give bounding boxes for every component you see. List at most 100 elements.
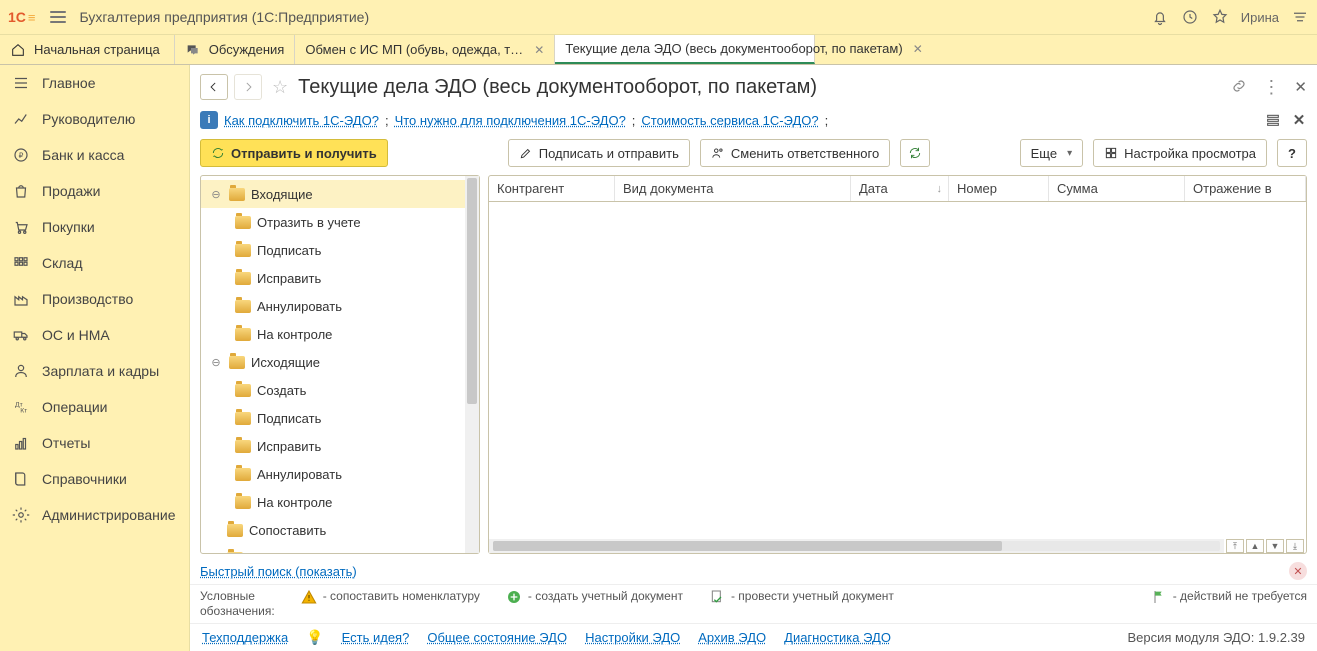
tree-node[interactable]: Исправить	[201, 432, 465, 460]
favorite-star-icon[interactable]: ☆	[272, 77, 288, 98]
sidebar-item-bag[interactable]: Продажи	[0, 173, 189, 209]
expand-icon[interactable]: ⊖	[209, 188, 223, 201]
tree-node[interactable]: Аннулировать	[201, 292, 465, 320]
sidebar-item-person[interactable]: Зарплата и кадры	[0, 353, 189, 389]
tab-discussions[interactable]: Обсуждения	[175, 35, 296, 64]
sidebar-item-label: Руководителю	[42, 111, 135, 127]
col-reflection[interactable]: Отражение в	[1185, 176, 1306, 201]
user-name[interactable]: Ирина	[1241, 10, 1279, 25]
pager-up[interactable]: ▲	[1246, 539, 1264, 553]
col-counterparty[interactable]: Контрагент	[489, 176, 615, 201]
sidebar-item-ops[interactable]: ДтКтОперации	[0, 389, 189, 425]
sidebar-item-cart[interactable]: Покупки	[0, 209, 189, 245]
clear-search-icon[interactable]: ✕	[1289, 562, 1307, 580]
tree-node[interactable]: Подписать	[201, 236, 465, 264]
sidebar-item-label: Продажи	[42, 183, 100, 199]
status-link-settings[interactable]: Настройки ЭДО	[585, 630, 680, 645]
hint-link-1[interactable]: Как подключить 1С-ЭДО?	[224, 113, 379, 128]
view-settings-button[interactable]: Настройка просмотра	[1093, 139, 1267, 167]
tree-node[interactable]: ⊖Входящие	[201, 180, 465, 208]
idea-link[interactable]: Есть идея?	[342, 630, 410, 645]
tree-node[interactable]: На контроле	[201, 488, 465, 516]
folder-icon	[227, 552, 243, 554]
tree-node[interactable]: Аннулировать	[201, 460, 465, 488]
status-link-archive[interactable]: Архив ЭДО	[698, 630, 766, 645]
tree-node-label: Создать	[257, 383, 306, 398]
sidebar-item-label: Производство	[42, 291, 133, 307]
folder-icon	[235, 468, 251, 481]
tree-node-label: Аннулировать	[257, 299, 342, 314]
folder-icon	[235, 328, 251, 341]
bell-icon[interactable]	[1151, 8, 1169, 26]
tree-node[interactable]: ⊖Исходящие	[201, 348, 465, 376]
tree-node[interactable]: Отразить в учете	[201, 208, 465, 236]
tree-node[interactable]: Сопоставить	[201, 516, 465, 544]
status-link-overall[interactable]: Общее состояние ЭДО	[427, 630, 567, 645]
send-receive-button[interactable]: Отправить и получить	[200, 139, 388, 167]
expand-icon[interactable]: ⊖	[209, 356, 223, 369]
list-view-icon[interactable]	[1265, 112, 1281, 128]
sidebar-item-label: Зарплата и кадры	[42, 363, 159, 379]
sidebar-item-warehouse[interactable]: Склад	[0, 245, 189, 281]
sidebar-item-gear[interactable]: Администрирование	[0, 497, 189, 533]
tree-node[interactable]: Исправить	[201, 264, 465, 292]
refresh-button[interactable]	[900, 139, 930, 167]
table-hscroll[interactable]	[489, 539, 1224, 553]
bag-icon	[12, 182, 30, 200]
sign-send-button[interactable]: Подписать и отправить	[508, 139, 690, 167]
sidebar-item-truck[interactable]: ОС и НМА	[0, 317, 189, 353]
close-icon[interactable]: ✕	[913, 42, 923, 56]
sidebar-item-menu[interactable]: Главное	[0, 65, 189, 101]
hint-link-2[interactable]: Что нужно для подключения 1С-ЭДО?	[395, 113, 626, 128]
tree-node-label: На контроле	[257, 495, 332, 510]
tab-label: Обмен с ИС МП (обувь, одежда, табак...)	[305, 42, 524, 57]
warehouse-icon	[12, 254, 30, 272]
settings-lines-icon[interactable]	[1291, 8, 1309, 26]
close-icon[interactable]: ✕	[534, 43, 544, 57]
col-sum[interactable]: Сумма	[1049, 176, 1185, 201]
sidebar-item-label: Справочники	[42, 471, 127, 487]
history-icon[interactable]	[1181, 8, 1199, 26]
quick-search-link[interactable]: Быстрый поиск (показать)	[200, 564, 357, 579]
folder-icon	[235, 216, 251, 229]
link-icon[interactable]	[1230, 77, 1248, 98]
kebab-icon[interactable]: ⋮	[1262, 77, 1280, 98]
star-icon[interactable]	[1211, 8, 1229, 26]
close-workspace-icon[interactable]: ✕	[1294, 78, 1307, 96]
sidebar-item-book[interactable]: Справочники	[0, 461, 189, 497]
tab-home[interactable]: Начальная страница	[0, 35, 175, 64]
pager-down[interactable]: ▼	[1266, 539, 1284, 553]
tab-edo-current[interactable]: Текущие дела ЭДО (весь документооборот, …	[555, 35, 815, 64]
tree-node[interactable]: Создать	[201, 376, 465, 404]
tree-node[interactable]: Отправить	[201, 544, 465, 553]
hint-link-3[interactable]: Стоимость сервиса 1С-ЭДО?	[641, 113, 818, 128]
tab-exchange[interactable]: Обмен с ИС МП (обувь, одежда, табак...) …	[295, 35, 555, 64]
svg-text:₽: ₽	[19, 151, 24, 160]
pager-last[interactable]: ⤓	[1286, 539, 1304, 553]
tree-node[interactable]: Подписать	[201, 404, 465, 432]
pager-first[interactable]: ⤒	[1226, 539, 1244, 553]
sidebar-item-chart[interactable]: Руководителю	[0, 101, 189, 137]
tree-node[interactable]: На контроле	[201, 320, 465, 348]
col-number[interactable]: Номер	[949, 176, 1049, 201]
sidebar-item-factory[interactable]: Производство	[0, 281, 189, 317]
bank-icon: ₽	[12, 146, 30, 164]
sidebar-item-bank[interactable]: ₽Банк и касса	[0, 137, 189, 173]
main-menu-icon[interactable]	[50, 11, 66, 23]
status-link-diagnostics[interactable]: Диагностика ЭДО	[784, 630, 891, 645]
sidebar-item-report[interactable]: Отчеты	[0, 425, 189, 461]
grid-icon	[1104, 146, 1118, 160]
book-icon	[12, 470, 30, 488]
nav-back-button[interactable]	[200, 74, 228, 100]
help-button[interactable]: ?	[1277, 139, 1307, 167]
button-label: Еще	[1031, 146, 1057, 161]
help-label: ?	[1288, 146, 1296, 161]
col-doc-type[interactable]: Вид документа	[615, 176, 851, 201]
col-date[interactable]: Дата	[851, 176, 949, 201]
tree-scrollbar[interactable]	[465, 176, 479, 553]
close-hints-icon[interactable]: ✕	[1291, 112, 1307, 128]
change-responsible-button[interactable]: Сменить ответственного	[700, 139, 890, 167]
more-button[interactable]: Еще	[1020, 139, 1083, 167]
workspace-header: ☆ Текущие дела ЭДО (весь документооборот…	[190, 65, 1317, 105]
support-link[interactable]: Техподдержка	[202, 630, 288, 645]
